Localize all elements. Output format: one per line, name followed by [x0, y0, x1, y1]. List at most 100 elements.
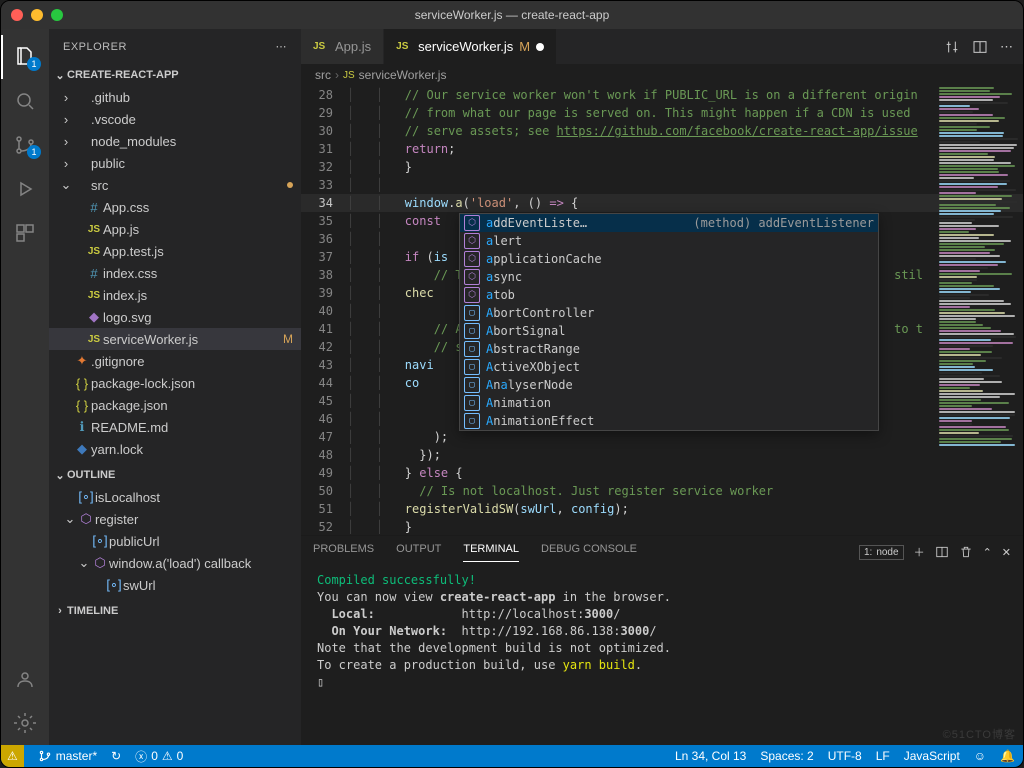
js-icon: JS [85, 334, 103, 345]
titlebar: serviceWorker.js — create-react-app [1, 1, 1023, 29]
file-label: package.json [91, 398, 293, 413]
new-terminal-icon[interactable]: ＋ [914, 544, 925, 560]
file-row[interactable]: #App.css [49, 196, 301, 218]
folder-row[interactable]: ›.vscode [49, 108, 301, 130]
zoom-window-button[interactable] [51, 9, 63, 21]
activity-explorer[interactable]: 1 [1, 35, 49, 79]
panel-tab[interactable]: PROBLEMS [313, 543, 374, 561]
sidebar-more-icon[interactable]: ⋯ [276, 40, 288, 53]
kill-terminal-icon[interactable] [959, 545, 973, 559]
outline-item[interactable]: ⌄⬡window.a('load') callback [49, 552, 301, 574]
split-editor-icon[interactable] [972, 39, 988, 55]
activity-extensions[interactable] [1, 211, 49, 255]
error-icon: ⓧ [135, 748, 147, 765]
status-branch[interactable]: master* [38, 749, 97, 763]
outline-item[interactable]: [∘]swUrl [49, 574, 301, 596]
more-icon[interactable]: ⋯ [1000, 39, 1013, 55]
status-sync[interactable]: ↻ [111, 749, 121, 763]
chevron-right-icon: › [53, 605, 67, 617]
timeline-header[interactable]: › TIMELINE [49, 600, 301, 622]
git-icon: ✦ [73, 353, 91, 369]
activity-scm[interactable]: 1 [1, 123, 49, 167]
file-label: .vscode [91, 112, 293, 127]
suggestion-item[interactable]: ▢AnalyserNode [460, 376, 878, 394]
suggestion-item[interactable]: ▢AbortController [460, 304, 878, 322]
status-cursor[interactable]: Ln 34, Col 13 [675, 749, 746, 763]
suggestion-item[interactable]: ⬡async [460, 268, 878, 286]
status-language[interactable]: JavaScript [904, 749, 960, 763]
variable-icon: ▢ [464, 377, 480, 393]
terminal-shell-picker[interactable]: 1:node [859, 545, 904, 560]
suggestion-item[interactable]: ▢Animation [460, 394, 878, 412]
outline-item[interactable]: [∘]isLocalhost [49, 486, 301, 508]
file-label: yarn.lock [91, 442, 293, 457]
outline-tree: [∘]isLocalhost⌄⬡register[∘]publicUrl⌄⬡wi… [49, 486, 301, 600]
compare-icon[interactable] [944, 39, 960, 55]
file-row[interactable]: JSserviceWorker.jsM [49, 328, 301, 350]
modified-badge: M [519, 39, 530, 54]
bottom-panel: PROBLEMS OUTPUT TERMINAL DEBUG CONSOLE 1:nod… [301, 535, 1023, 745]
suggestion-item[interactable]: ⬡applicationCache [460, 250, 878, 268]
panel-tab[interactable]: DEBUG CONSOLE [541, 543, 637, 561]
file-row[interactable]: JSApp.js [49, 218, 301, 240]
var-icon: [∘] [91, 533, 109, 549]
status-notifications[interactable]: 🔔 [1000, 749, 1015, 763]
file-row[interactable]: { }package.json [49, 394, 301, 416]
activity-account[interactable] [1, 657, 49, 701]
editor-tab[interactable]: JSApp.js [301, 29, 384, 64]
line-number: 35 [301, 212, 347, 230]
file-row[interactable]: JSindex.js [49, 284, 301, 306]
panel-tab[interactable]: OUTPUT [396, 543, 441, 561]
outline-header[interactable]: ⌄ OUTLINE [49, 464, 301, 486]
file-row[interactable]: ◆yarn.lock [49, 438, 301, 460]
line-number: 41 [301, 320, 347, 338]
outline-item[interactable]: [∘]publicUrl [49, 530, 301, 552]
status-feedback[interactable]: ☺ [974, 749, 986, 763]
terminal[interactable]: Compiled successfully!You can now view c… [301, 568, 1023, 745]
intellisense-popup[interactable]: ⬡addEventListe…(method) addEventListener… [459, 213, 879, 431]
folder-row[interactable]: ›.github [49, 86, 301, 108]
folder-row[interactable]: ›node_modules [49, 130, 301, 152]
file-row[interactable]: ℹREADME.md [49, 416, 301, 438]
editor-tab[interactable]: JSserviceWorker.jsM [384, 29, 557, 64]
file-row[interactable]: ◆logo.svg [49, 306, 301, 328]
css-icon: # [85, 200, 103, 215]
minimap[interactable] [933, 86, 1023, 535]
close-window-button[interactable] [11, 9, 23, 21]
editor[interactable]: 28│ │ // Our service worker won't work i… [301, 86, 1023, 535]
suggestion-item[interactable]: ▢ActiveXObject [460, 358, 878, 376]
maximize-panel-icon[interactable]: ⌃ [983, 546, 992, 559]
file-row[interactable]: { }package-lock.json [49, 372, 301, 394]
project-header[interactable]: ⌄ CREATE-REACT-APP [49, 64, 301, 86]
folder-row[interactable]: ⌄src [49, 174, 301, 196]
activity-debug[interactable] [1, 167, 49, 211]
yarn-icon: ◆ [73, 441, 91, 457]
status-indent[interactable]: Spaces: 2 [760, 749, 813, 763]
file-row[interactable]: ✦.gitignore [49, 350, 301, 372]
suggestion-item[interactable]: ▢AbstractRange [460, 340, 878, 358]
file-row[interactable]: #index.css [49, 262, 301, 284]
suggestion-item[interactable]: ⬡alert [460, 232, 878, 250]
outline-item[interactable]: ⌄⬡register [49, 508, 301, 530]
status-warning[interactable]: ⚠ [1, 745, 24, 767]
suggestion-item[interactable]: ⬡addEventListe…(method) addEventListener [460, 214, 878, 232]
json-icon: { } [73, 376, 91, 391]
close-panel-icon[interactable]: ✕ [1002, 546, 1011, 559]
suggestion-item[interactable]: ⬡atob [460, 286, 878, 304]
breadcrumb[interactable]: src › JS serviceWorker.js [301, 64, 1023, 86]
status-encoding[interactable]: UTF-8 [828, 749, 862, 763]
minimize-window-button[interactable] [31, 9, 43, 21]
suggestion-item[interactable]: ▢AbortSignal [460, 322, 878, 340]
line-number: 52 [301, 518, 347, 535]
split-terminal-icon[interactable] [935, 545, 949, 559]
panel-tab[interactable]: TERMINAL [463, 543, 519, 562]
suggestion-item[interactable]: ▢AnimationEffect [460, 412, 878, 430]
activity-settings[interactable] [1, 701, 49, 745]
chevron-down-icon: ⌄ [53, 69, 67, 82]
extensions-icon [13, 221, 37, 245]
activity-search[interactable] [1, 79, 49, 123]
folder-row[interactable]: ›public [49, 152, 301, 174]
file-row[interactable]: JSApp.test.js [49, 240, 301, 262]
status-eol[interactable]: LF [876, 749, 890, 763]
status-problems[interactable]: ⓧ0 ⚠0 [135, 748, 183, 765]
